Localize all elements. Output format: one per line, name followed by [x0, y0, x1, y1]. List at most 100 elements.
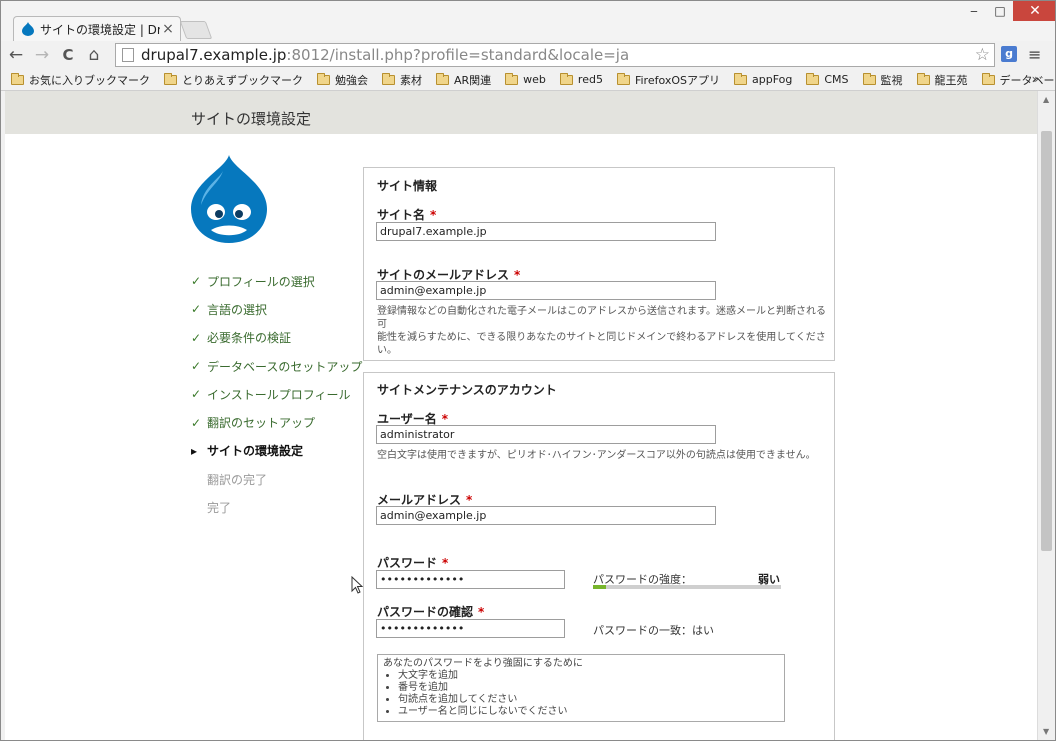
task-item: ✓ データベースのセットアップ	[191, 359, 363, 374]
tab-close-icon[interactable]: ×	[160, 21, 176, 37]
task-item: 翻訳の完了	[207, 472, 268, 487]
browser-toolbar: ← → C ⌂ drupal7.example.jp :8012/install…	[1, 41, 1055, 69]
bookmark-folder[interactable]: appFog	[734, 72, 792, 86]
password-strength-fill	[593, 585, 607, 589]
menu-icon[interactable]: ≡	[1028, 45, 1041, 64]
folder-icon	[505, 72, 519, 85]
bookmark-star-icon[interactable]: ☆	[975, 45, 990, 65]
reload-button[interactable]: C	[57, 44, 79, 66]
mouse-cursor-icon	[351, 576, 363, 594]
check-icon: ✓	[191, 415, 202, 430]
page-title: サイトの環境設定	[191, 110, 312, 128]
task-item: ✓ 言語の選択	[191, 302, 268, 317]
password-input[interactable]: •••••••••••••	[376, 570, 565, 589]
suggestion-item: 大文字を追加	[398, 670, 779, 682]
required-marker: *	[442, 556, 449, 570]
page-viewport: サイトの環境設定 ✓ プロフィールの選択 ✓ 言語の選択 ✓ 必要条件の検証 ✓ データ…	[5, 91, 1037, 740]
browser-window: サイトの環境設定 | Drupal × ‒ □ ✕ ← → C ⌂ drupal…	[0, 0, 1056, 741]
folder-icon	[981, 72, 995, 85]
address-bar[interactable]: drupal7.example.jp :8012/install.php?pro…	[115, 43, 995, 67]
more-bookmarks-button[interactable]: »	[1032, 72, 1039, 86]
password-label: パスワード *	[377, 556, 449, 570]
suggestion-item: 番号を追加	[398, 682, 779, 694]
vertical-scrollbar[interactable]: ▲ ▼	[1037, 91, 1055, 740]
url-host: drupal7.example.jp	[141, 46, 287, 64]
bookmark-folder[interactable]: 素材	[382, 72, 422, 88]
account-mail-input[interactable]: admin@example.jp	[376, 506, 716, 525]
triangle-right-icon: ▸	[191, 443, 198, 458]
check-icon: ✓	[191, 274, 202, 289]
bookmarks-bar: お気に入りブックマーク とりあえずブックマーク 勉強会 素材 AR関連 web …	[1, 69, 1055, 91]
folder-icon	[806, 72, 820, 85]
task-item-active: ▸ サイトの環境設定	[191, 443, 304, 459]
minimize-button[interactable]: ‒	[961, 1, 987, 21]
password-match-text: パスワードの一致：はい	[593, 624, 714, 637]
maximize-button[interactable]: □	[987, 1, 1013, 21]
site-name-input[interactable]: drupal7.example.jp	[376, 222, 716, 241]
required-marker: *	[430, 208, 437, 222]
folder-icon	[436, 72, 449, 85]
bookmark-folder[interactable]: web	[505, 72, 546, 86]
extension-icon[interactable]: g	[1001, 46, 1017, 62]
url-path: :8012/install.php?profile=standard&local…	[286, 46, 630, 64]
page-icon	[122, 48, 134, 62]
task-item: ✓ プロフィールの選択	[191, 274, 315, 289]
install-task-list: ✓ プロフィールの選択 ✓ 言語の選択 ✓ 必要条件の検証 ✓ データベースのセットアッ…	[191, 267, 362, 522]
bookmark-folder[interactable]: 監視	[862, 72, 903, 88]
required-marker: *	[441, 412, 449, 426]
maintenance-account-fieldset: サイトメンテナンスのアカウント ユーザー名 * administrator 空白文…	[363, 372, 835, 740]
username-input[interactable]: administrator	[376, 425, 716, 444]
folder-icon	[382, 72, 395, 85]
required-marker: *	[466, 493, 473, 507]
folder-icon	[164, 72, 177, 85]
check-icon: ✓	[191, 387, 202, 402]
scroll-thumb[interactable]	[1041, 131, 1052, 551]
password-strength-bar	[593, 585, 781, 589]
task-item: 完了	[207, 501, 232, 516]
forward-button[interactable]: →	[31, 44, 53, 66]
site-info-legend: サイト情報	[377, 179, 438, 193]
scroll-up-icon[interactable]: ▲	[1043, 95, 1049, 104]
suggestion-item: ユーザー名と同じにしないでください	[398, 706, 779, 718]
folder-icon	[616, 72, 630, 85]
task-item: ✓ 必要条件の検証	[191, 330, 292, 346]
browser-tab[interactable]: サイトの環境設定 | Drupal ×	[13, 16, 181, 41]
bookmark-folder[interactable]: AR関連	[436, 72, 491, 88]
suggestion-item: 句読点を追加してください	[398, 694, 779, 706]
folder-icon	[734, 72, 747, 85]
window-controls: ‒ □ ✕	[961, 1, 1055, 21]
folder-icon	[559, 72, 573, 85]
site-name-label: サイト名 *	[377, 208, 437, 222]
bookmark-folder[interactable]: FirefoxOSアプリ	[616, 72, 720, 88]
site-mail-description: 登録情報などの自動化された電子メールはこのアドレスから送信されます。迷惑メールと…	[377, 306, 826, 356]
site-mail-input[interactable]: admin@example.jp	[376, 281, 716, 300]
bookmark-folder[interactable]: お気に入りブックマーク	[11, 72, 150, 88]
required-marker: *	[478, 605, 485, 619]
password-confirm-input[interactable]: •••••••••••••	[376, 619, 565, 638]
home-button[interactable]: ⌂	[83, 44, 105, 66]
drupal-logo-icon	[191, 155, 267, 243]
back-button[interactable]: ←	[5, 44, 27, 66]
scroll-down-icon[interactable]: ▼	[1043, 727, 1049, 736]
bookmark-folder[interactable]: 龍王苑	[916, 72, 968, 88]
check-icon: ✓	[191, 359, 202, 374]
password-suggestions: あなたのパスワードをより強固にするために 大文字を追加 番号を追加 句読点を追加…	[377, 654, 785, 722]
new-tab-button[interactable]	[179, 21, 213, 39]
bookmark-folder[interactable]: CMS	[806, 72, 849, 86]
check-icon: ✓	[191, 330, 202, 345]
task-item: ✓ インストールプロフィール	[191, 387, 351, 402]
bookmark-folder[interactable]: とりあえずブックマーク	[164, 72, 303, 88]
folder-icon	[862, 72, 876, 85]
site-info-fieldset: サイト情報 サイト名 * drupal7.example.jp サイトのメールアド…	[363, 167, 835, 361]
close-window-button[interactable]: ✕	[1013, 1, 1055, 21]
bookmark-folder[interactable]: red5	[559, 72, 603, 86]
account-legend: サイトメンテナンスのアカウント	[377, 383, 557, 397]
task-item: ✓ 翻訳のセットアップ	[191, 415, 316, 431]
bookmark-folder[interactable]: 勉強会	[317, 72, 368, 88]
page-header: サイトの環境設定	[5, 91, 1037, 134]
bookmark-folder[interactable]: データベース	[981, 72, 1055, 88]
tab-title: サイトの環境設定 | Drupal	[40, 22, 160, 37]
required-marker: *	[514, 268, 521, 282]
folder-icon	[317, 72, 330, 85]
check-icon: ✓	[191, 302, 202, 317]
